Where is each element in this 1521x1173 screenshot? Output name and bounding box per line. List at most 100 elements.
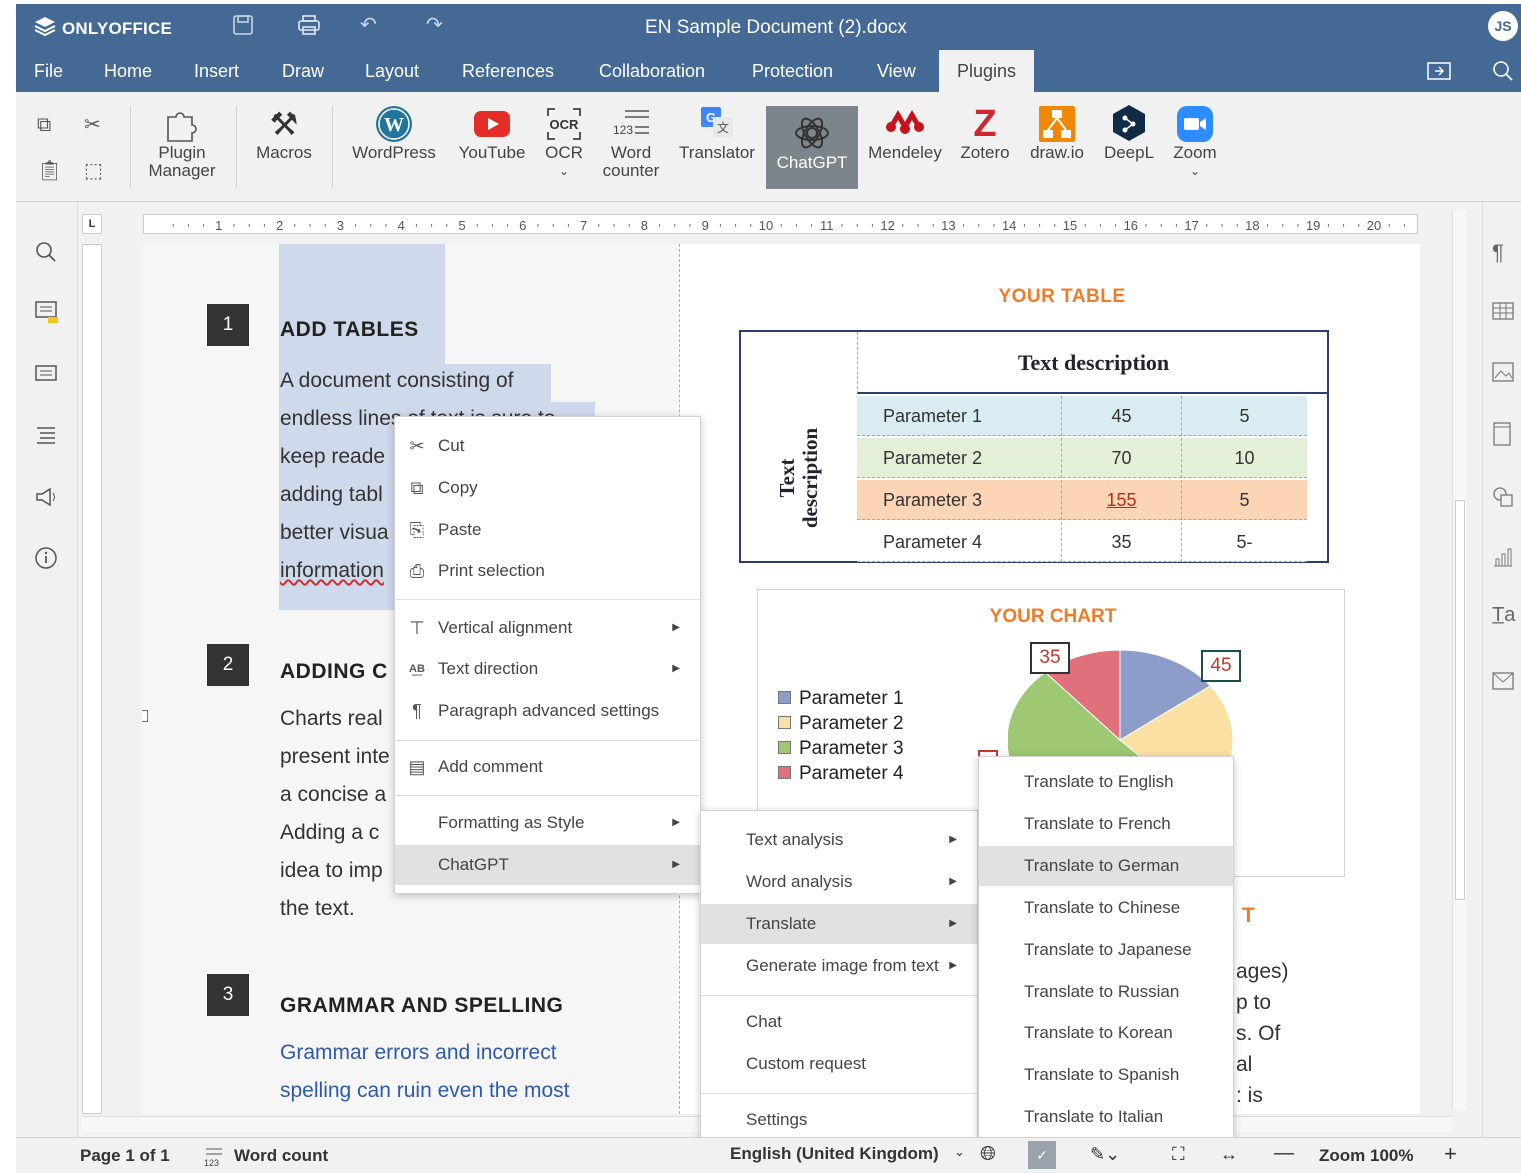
menu-item-cut[interactable]: ✂ Cut	[395, 426, 700, 466]
search-icon[interactable]	[1492, 60, 1514, 87]
tab-plugins[interactable]: Plugins	[939, 50, 1035, 92]
drawio-button[interactable]: draw.io	[1024, 104, 1090, 162]
menu-item-chat[interactable]: Chat	[701, 1002, 977, 1042]
translator-button[interactable]: G文 Translator	[672, 104, 762, 162]
menu-item-copy[interactable]: ⧉ Copy	[395, 468, 700, 508]
paste-icon[interactable]: 📋︎	[37, 158, 62, 183]
page-indicator[interactable]: Page 1 of 1	[80, 1146, 170, 1166]
zoom-in-button[interactable]: +	[1444, 1141, 1457, 1167]
tab-insert[interactable]: Insert	[176, 50, 257, 92]
image-settings-icon[interactable]	[1492, 362, 1514, 388]
menu-item-translate-english[interactable]: Translate to English	[979, 762, 1233, 802]
deepl-button[interactable]: DeepL	[1098, 104, 1160, 162]
select-all-icon[interactable]: ⬚	[84, 158, 103, 183]
menu-item-generate-image[interactable]: Generate image from text ▶	[701, 946, 977, 986]
vertical-scrollbar[interactable]	[1452, 210, 1466, 1110]
table-row[interactable]: Parameter 3 155 5	[857, 480, 1307, 520]
navigation-icon[interactable]	[34, 424, 58, 452]
chat-icon[interactable]	[34, 362, 60, 392]
redo-icon[interactable]: ↷	[426, 12, 443, 37]
table-settings-icon[interactable]	[1492, 302, 1514, 326]
save-icon[interactable]	[232, 14, 254, 42]
zoom-level[interactable]: Zoom 100%	[1319, 1146, 1413, 1166]
fit-width-icon[interactable]: ↔	[1220, 1144, 1238, 1165]
menu-item-settings[interactable]: Settings	[701, 1100, 977, 1140]
chatgpt-button[interactable]: ChatGPT	[766, 106, 858, 189]
open-location-icon[interactable]	[1426, 60, 1452, 87]
comments-icon[interactable]	[34, 300, 60, 332]
menu-item-translate-italian[interactable]: Translate to Italian	[979, 1097, 1233, 1137]
tab-layout[interactable]: Layout	[347, 50, 437, 92]
paragraph-settings-icon[interactable]: ¶	[1492, 240, 1504, 266]
undo-icon[interactable]: ↶	[360, 12, 377, 37]
copy-icon[interactable]: ⧉	[37, 114, 51, 137]
zotero-button[interactable]: Z Zotero	[954, 104, 1016, 162]
feedback-icon[interactable]	[34, 486, 60, 514]
tab-file[interactable]: File	[16, 50, 81, 92]
menu-item-print-selection[interactable]: ⎙ Print selection	[395, 551, 700, 591]
globe-icon[interactable]: 🌐︎	[980, 1143, 996, 1166]
header-footer-icon[interactable]	[1492, 422, 1512, 452]
menu-item-word-analysis[interactable]: Word analysis ▶	[701, 862, 977, 902]
language-selector[interactable]: English (United Kingdom)	[730, 1144, 939, 1164]
plugin-manager-button[interactable]: Plugin Manager	[142, 104, 222, 180]
data-label: 45	[1201, 650, 1241, 682]
mendeley-button[interactable]: Mendeley	[864, 104, 946, 162]
cut-icon[interactable]: ✂	[84, 112, 101, 137]
word-counter-button[interactable]: 123 Word counter	[596, 104, 666, 180]
horizontal-ruler[interactable]: 1 2 3 4 5 6 7 8 9 10 11 12 13 14 15 16 17 18 19 20	[143, 214, 1418, 234]
zoom-out-button[interactable]: —	[1274, 1142, 1294, 1165]
table-row[interactable]: Parameter 2 70 10	[857, 438, 1307, 478]
shape-settings-icon[interactable]	[1492, 486, 1514, 514]
menu-item-vertical-alignment[interactable]: ⊤ Vertical alignment ▶	[395, 608, 700, 648]
text-art-icon[interactable]: T̲a	[1492, 604, 1515, 627]
menu-item-translate-chinese[interactable]: Translate to Chinese	[979, 888, 1233, 928]
scrollbar-thumb[interactable]	[1455, 500, 1465, 900]
menu-item-translate-spanish[interactable]: Translate to Spanish	[979, 1055, 1233, 1095]
youtube-button[interactable]: YouTube	[452, 104, 532, 162]
zoom-plugin-button[interactable]: Zoom ⌄	[1166, 104, 1224, 180]
menu-item-text-analysis[interactable]: Text analysis ▶	[701, 820, 977, 860]
vertical-ruler[interactable]	[82, 244, 102, 1114]
table-row[interactable]: Parameter 4 35 5-	[857, 522, 1307, 562]
ocr-button[interactable]: OCR OCR ⌄	[540, 104, 588, 180]
section-heading: GRAMMAR AND SPELLING	[280, 994, 564, 1017]
spellcheck-icon[interactable]: ✓	[1028, 1141, 1056, 1169]
chart-settings-icon[interactable]	[1492, 546, 1514, 574]
tab-collaboration[interactable]: Collaboration	[581, 50, 723, 92]
search-icon[interactable]	[34, 240, 58, 270]
menu-item-text-direction[interactable]: A͟B Text direction ▶	[395, 649, 700, 689]
menu-item-add-comment[interactable]: ▤ Add comment	[395, 747, 700, 787]
tab-draw[interactable]: Draw	[264, 50, 342, 92]
object-handle[interactable]	[142, 710, 148, 722]
menu-item-translate-german[interactable]: Translate to German	[979, 846, 1233, 886]
menu-item-paragraph-advanced-settings[interactable]: ¶ Paragraph advanced settings	[395, 691, 700, 731]
menu-item-translate-japanese[interactable]: Translate to Japanese	[979, 930, 1233, 970]
avatar[interactable]: JS	[1488, 11, 1518, 41]
tab-home[interactable]: Home	[86, 50, 170, 92]
info-icon[interactable]	[34, 546, 58, 576]
table-row[interactable]: Parameter 1 45 5	[857, 396, 1307, 436]
menu-item-translate-russian[interactable]: Translate to Russian	[979, 972, 1233, 1012]
tab-view[interactable]: View	[859, 50, 934, 92]
mail-merge-icon[interactable]	[1492, 672, 1514, 696]
tab-references[interactable]: References	[444, 50, 572, 92]
track-changes-icon[interactable]: ✎⌄	[1090, 1144, 1120, 1165]
tab-protection[interactable]: Protection	[734, 50, 851, 92]
tab-stop-selector[interactable]: L	[82, 214, 102, 234]
menu-item-translate-korean[interactable]: Translate to Korean	[979, 1013, 1233, 1053]
wordpress-button[interactable]: W WordPress	[348, 104, 440, 162]
wordpress-icon: W	[348, 104, 440, 144]
macros-button[interactable]: ⚒ Macros	[246, 104, 322, 162]
menu-item-custom-request[interactable]: Custom request	[701, 1044, 977, 1084]
menu-item-formatting-as-style[interactable]: Formatting as Style ▶	[395, 803, 700, 843]
menu-item-paste[interactable]: ⎘ Paste	[395, 510, 700, 550]
data-table[interactable]: Text description Text description Parame…	[739, 330, 1329, 563]
openai-icon	[766, 106, 858, 154]
menu-item-translate-french[interactable]: Translate to French	[979, 804, 1233, 844]
print-icon[interactable]	[297, 14, 321, 42]
menu-item-chatgpt[interactable]: ChatGPT ▶	[395, 845, 700, 885]
fit-page-icon[interactable]: ⛶	[1172, 1144, 1185, 1165]
menu-item-translate[interactable]: Translate ▶	[701, 904, 977, 944]
word-count-button[interactable]: Word count	[234, 1146, 328, 1166]
